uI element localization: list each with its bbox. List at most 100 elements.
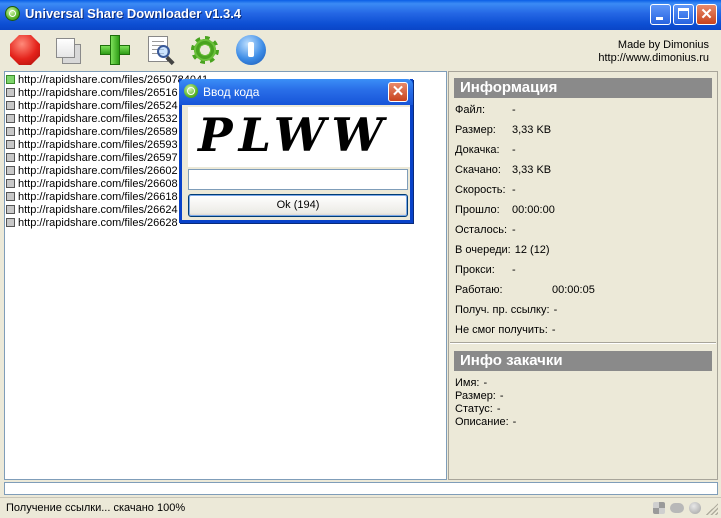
info-header: Информация xyxy=(454,78,712,98)
field-label: Получ. пр. ссылку: xyxy=(455,304,550,316)
download-info-row: Статус: - xyxy=(455,403,501,415)
link-url: http://rapidshare.com/files/26524 xyxy=(18,100,178,112)
app-icon[interactable] xyxy=(5,6,20,21)
link-url: http://rapidshare.com/files/26624 xyxy=(18,204,178,216)
info-row: В очереди: 12 (12) xyxy=(455,244,550,256)
list-item[interactable]: http://rapidshare.com/files/26618 xyxy=(6,191,178,204)
link-status-icon xyxy=(6,205,15,214)
link-url: http://rapidshare.com/files/26593 xyxy=(18,139,178,151)
credits: Made by Dimonius http://www.dimonius.ru xyxy=(598,39,709,65)
search-button[interactable] xyxy=(144,34,176,66)
link-url: http://rapidshare.com/files/26608 xyxy=(18,178,178,190)
field-label: Докачка: xyxy=(455,144,500,156)
stop-icon xyxy=(10,35,40,65)
link-status-icon xyxy=(6,101,15,110)
field-label: Не смог получить: xyxy=(455,324,548,336)
close-icon: ✕ xyxy=(391,83,405,100)
field-label: Описание: xyxy=(455,416,509,428)
link-status-icon xyxy=(6,153,15,162)
resize-grip[interactable] xyxy=(706,503,718,515)
list-item[interactable]: http://rapidshare.com/files/26532 xyxy=(6,113,178,126)
indicator-icon xyxy=(688,501,702,515)
list-item[interactable]: http://rapidshare.com/files/2650784041 xyxy=(6,74,208,87)
field-label: Статус: xyxy=(455,403,493,415)
field-label: Размер: xyxy=(455,124,496,136)
list-item[interactable]: http://rapidshare.com/files/26516 xyxy=(6,87,178,100)
field-label: Скорость: xyxy=(455,184,506,196)
info-row: Работаю: 00:00:05 xyxy=(455,284,595,296)
field-value: - xyxy=(499,390,504,402)
info-row: Не смог получить: - xyxy=(455,324,556,336)
tools-icon[interactable] xyxy=(652,501,666,515)
status-bar: Получение ссылки... скачано 100% xyxy=(0,497,721,518)
field-label: Осталось: xyxy=(455,224,508,236)
add-button[interactable] xyxy=(99,34,131,66)
field-value: 00:00:05 xyxy=(552,284,595,296)
window-title: Universal Share Downloader v1.3.4 xyxy=(25,6,242,21)
dialog-title-bar[interactable]: Ввод кода ✕ xyxy=(179,79,413,105)
stop-button[interactable] xyxy=(9,34,41,66)
field-label: В очереди: xyxy=(455,244,511,256)
link-status-icon xyxy=(6,140,15,149)
field-value: - xyxy=(512,264,516,276)
field-label: Размер: xyxy=(455,390,496,402)
close-button[interactable]: ✕ xyxy=(696,4,717,25)
field-value: - xyxy=(512,144,516,156)
made-by-label: Made by Dimonius xyxy=(617,39,709,51)
list-item[interactable]: http://rapidshare.com/files/26593 xyxy=(6,139,178,152)
ok-button[interactable]: Ok (194) xyxy=(188,194,408,217)
info-row: Осталось: - xyxy=(455,224,516,236)
maximize-button[interactable] xyxy=(673,4,694,25)
info-row: Прокси: - xyxy=(455,264,516,276)
download-info-row: Размер: - xyxy=(455,390,504,402)
settings-gear-icon xyxy=(191,36,219,64)
list-item[interactable]: http://rapidshare.com/files/26602 xyxy=(6,165,178,178)
field-value: - xyxy=(553,304,558,316)
link-status-icon xyxy=(6,127,15,136)
app-window: Universal Share Downloader v1.3.4 ✕ Made… xyxy=(0,0,721,518)
info-panel: Информация Файл: - Размер: 3,33 KB Докачка: -… xyxy=(448,71,718,480)
info-row: Докачка: - xyxy=(455,144,516,156)
list-item[interactable]: http://rapidshare.com/files/26597 xyxy=(6,152,178,165)
info-row: Файл: - xyxy=(455,104,516,116)
info-row: Размер: 3,33 KB xyxy=(455,124,551,136)
captcha-image: PLWW xyxy=(188,107,410,167)
field-value: 3,33 KB xyxy=(512,124,552,136)
field-value: - xyxy=(512,184,516,196)
list-item[interactable]: http://rapidshare.com/files/26589 xyxy=(6,126,178,139)
minimize-button[interactable] xyxy=(650,4,671,25)
site-link[interactable]: http://www.dimonius.ru xyxy=(598,52,709,65)
link-status-icon xyxy=(6,192,15,201)
field-value: 12 (12) xyxy=(514,244,550,256)
link-status-icon xyxy=(6,88,15,97)
dialog-close-button[interactable]: ✕ xyxy=(388,82,408,102)
download-info-row: Описание: - xyxy=(455,416,516,428)
settings-button[interactable] xyxy=(189,34,221,66)
field-value: - xyxy=(483,377,488,389)
link-url: http://rapidshare.com/files/26589 xyxy=(18,126,178,138)
field-label: Прошло: xyxy=(455,204,500,216)
link-status-icon xyxy=(6,179,15,188)
status-text: Получение ссылки... скачано 100% xyxy=(6,502,186,514)
list-item[interactable]: http://rapidshare.com/files/26524 xyxy=(6,100,178,113)
field-label: Работаю: xyxy=(455,284,503,296)
field-value: 00:00:00 xyxy=(512,204,555,216)
info-button[interactable] xyxy=(235,34,267,66)
download-info-header: Инфо закачки xyxy=(454,351,712,371)
link-status-icon xyxy=(6,75,15,84)
network-icon[interactable] xyxy=(670,501,684,515)
toolbar: Made by Dimonius http://www.dimonius.ru xyxy=(0,30,721,70)
link-url: http://rapidshare.com/files/26628 xyxy=(18,217,178,229)
list-item[interactable]: http://rapidshare.com/files/26624 xyxy=(6,204,178,217)
copy-button[interactable] xyxy=(53,34,85,66)
list-item[interactable]: http://rapidshare.com/files/26608 xyxy=(6,178,178,191)
captcha-code-input[interactable] xyxy=(188,169,408,190)
list-item[interactable]: http://rapidshare.com/files/26628 xyxy=(6,217,178,230)
title-bar[interactable]: Universal Share Downloader v1.3.4 ✕ xyxy=(0,0,721,30)
captcha-text: PLWW xyxy=(198,108,390,162)
info-row: Прошло: 00:00:00 xyxy=(455,204,555,216)
field-label: Имя: xyxy=(455,377,480,389)
download-info-row: Имя: - xyxy=(455,377,487,389)
close-icon: ✕ xyxy=(700,6,713,23)
field-value: - xyxy=(512,224,516,236)
